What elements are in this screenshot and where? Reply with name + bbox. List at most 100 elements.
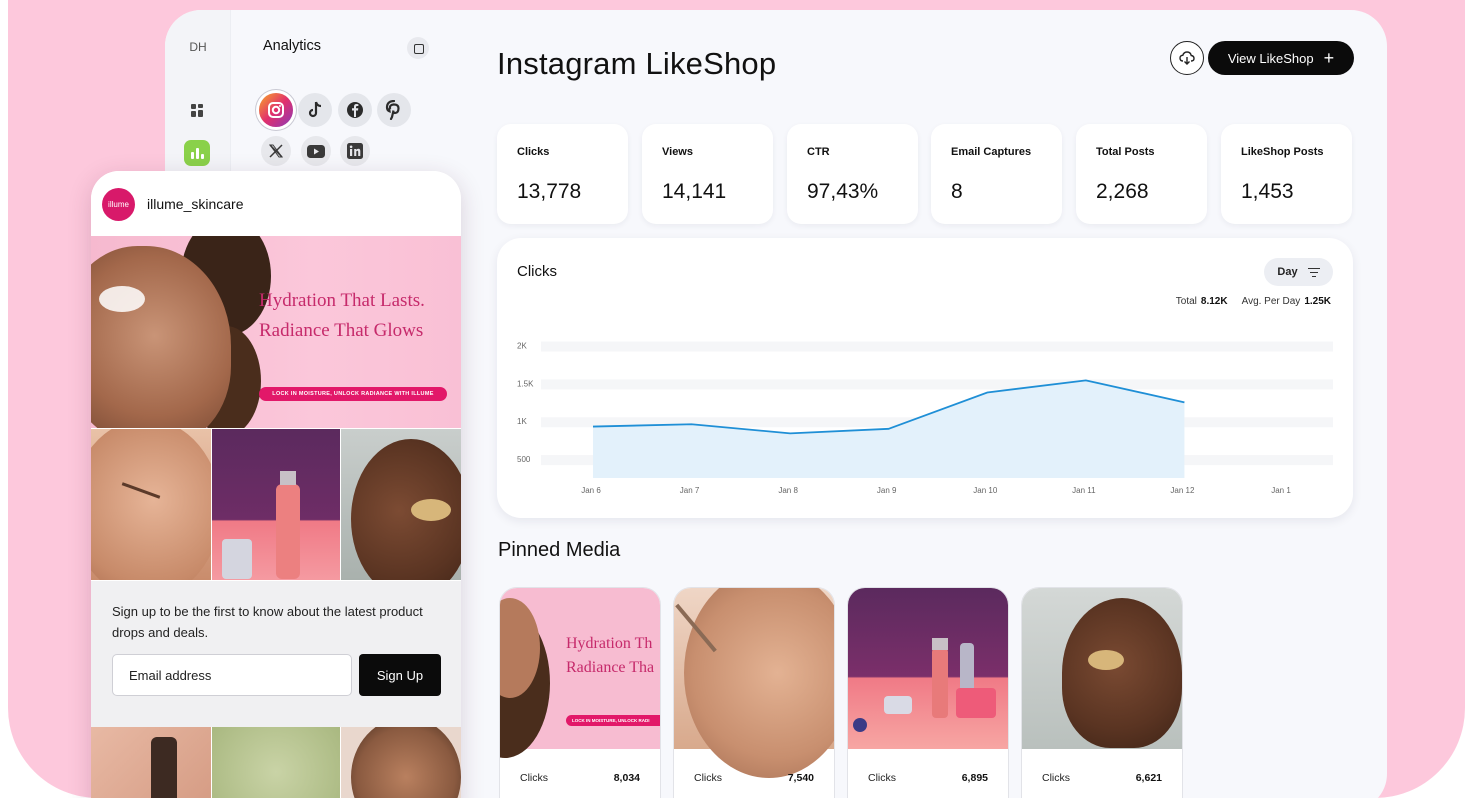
linkedin-icon[interactable] — [340, 136, 370, 166]
y-tick-label: 1.5K — [517, 379, 534, 388]
pinned-label: Clicks — [868, 772, 896, 784]
hero-line-1: Hydration That Lasts. — [259, 290, 425, 311]
email-input[interactable]: Email address — [112, 654, 352, 696]
feed-tile[interactable] — [341, 429, 461, 580]
pinned-hero-line: Hydration Th — [566, 635, 653, 652]
feed-tile[interactable] — [212, 429, 340, 580]
sidebar-title: Analytics — [263, 38, 322, 54]
hero-line-2: Radiance That Glows — [259, 320, 424, 341]
feed-tile[interactable] — [91, 727, 211, 798]
feed-tile[interactable] — [341, 727, 461, 798]
stat-card-likeshop-posts[interactable]: LikeShop Posts 1,453 — [1221, 124, 1352, 224]
clicks-area-chart: 2K 1.5K 1K 500 Jan 6 Jan 7 Jan 8 Jan 9 Jan 10 Jan… — [517, 341, 1333, 495]
hero-headline: Hydration That Lasts. Radiance That Glow… — [259, 286, 459, 346]
stat-value: 8 — [951, 180, 963, 203]
view-likeshop-button[interactable]: View LikeShop + — [1208, 41, 1354, 75]
stat-label: Email Captures — [951, 146, 1032, 158]
stat-value: 2,268 — [1096, 180, 1149, 203]
download-button[interactable] — [1170, 41, 1204, 75]
chart-title: Clicks — [517, 263, 557, 280]
signup-message: Sign up to be the first to know about th… — [112, 604, 423, 640]
pinned-media-title: Pinned Media — [498, 539, 621, 561]
avg-value: 1.25K — [1304, 296, 1331, 307]
total-label: Total — [1175, 296, 1197, 307]
data-point[interactable] — [1083, 378, 1088, 383]
pinned-media-card[interactable]: Clicks 6,621 — [1021, 587, 1183, 798]
pinned-label: Clicks — [1042, 772, 1070, 784]
avatar[interactable]: illume — [102, 188, 135, 221]
y-tick-label: 1K — [517, 417, 527, 426]
x-tick-label: Jan 11 — [1072, 486, 1096, 495]
stat-label: Total Posts — [1096, 146, 1155, 158]
pinned-media-image — [674, 588, 834, 778]
stat-label: Views — [662, 146, 693, 158]
data-point[interactable] — [788, 431, 793, 436]
pinned-media-image: Hydration Th Radiance Tha LOCK IN MOISTU… — [500, 588, 660, 758]
grid-band — [541, 341, 1333, 352]
pinned-hero-line: Radiance Tha — [566, 659, 655, 676]
pinned-value: 6,621 — [1135, 772, 1162, 784]
sign-up-button[interactable]: Sign Up — [359, 654, 441, 696]
stat-card-email-captures[interactable]: Email Captures 8 — [931, 124, 1062, 224]
pinned-value: 6,895 — [961, 772, 988, 784]
youtube-icon[interactable] — [301, 136, 331, 166]
data-point[interactable] — [886, 426, 891, 431]
data-point[interactable] — [985, 390, 990, 395]
pinned-media-card[interactable]: Clicks 7,540 — [673, 587, 835, 798]
pinned-value: 8,034 — [613, 772, 640, 784]
pinned-value: 7,540 — [787, 772, 814, 784]
stat-label: Clicks — [517, 146, 550, 158]
x-tick-label: Jan 12 — [1170, 486, 1195, 495]
pinned-media-image — [848, 588, 1008, 749]
chart-totals: Total 8.12K Avg. Per Day 1.25K — [1176, 296, 1331, 307]
stat-label: LikeShop Posts — [1241, 146, 1324, 158]
pinned-hero-pill: LOCK IN MOISTURE, UNLOCK RADI — [566, 715, 660, 726]
hero-banner[interactable]: Hydration That Lasts. Radiance That Glow… — [91, 236, 461, 428]
x-icon[interactable] — [261, 136, 291, 166]
pinned-media-card[interactable]: Clicks 6,895 — [847, 587, 1009, 798]
feed-tile[interactable] — [91, 429, 211, 580]
facebook-icon[interactable] — [338, 93, 372, 127]
pinned-label: Clicks — [694, 772, 722, 784]
y-tick-label: 2K — [517, 342, 527, 351]
cloud-download-icon — [1179, 51, 1195, 65]
stats-row: Clicks 13,778 Views 14,141 CTR 97,43% Em… — [497, 124, 1353, 224]
likeshop-phone-preview: illume illume_skincare Hydration That La… — [91, 171, 461, 798]
x-tick-label: Jan 7 — [680, 486, 700, 495]
data-point[interactable] — [1182, 400, 1187, 405]
data-point[interactable] — [689, 422, 694, 427]
feed-tile[interactable] — [212, 727, 340, 798]
profile-header: illume illume_skincare — [91, 171, 461, 236]
stat-value: 1,453 — [1241, 180, 1294, 203]
stat-value: 13,778 — [517, 180, 582, 203]
hero-pill: LOCK IN MOISTURE, UNLOCK RADIANCE WITH I… — [259, 387, 447, 401]
stat-value: 97,43% — [807, 180, 879, 203]
stat-card-ctr[interactable]: CTR 97,43% — [787, 124, 918, 224]
x-tick-label: Jan 10 — [973, 486, 998, 495]
plus-icon: + — [1323, 48, 1335, 68]
profile-username[interactable]: illume_skincare — [147, 196, 243, 212]
stat-label: CTR — [807, 146, 830, 158]
pinned-media-image — [1022, 588, 1182, 749]
dashboard-icon[interactable] — [191, 104, 204, 117]
x-tick-label: Jan 8 — [778, 486, 798, 495]
stat-card-clicks[interactable]: Clicks 13,778 — [497, 124, 628, 224]
instagram-icon[interactable] — [259, 93, 293, 127]
data-point[interactable] — [591, 424, 596, 429]
x-tick-label: Jan 6 — [581, 486, 601, 495]
view-likeshop-label: View LikeShop — [1227, 50, 1314, 66]
stat-card-total-posts[interactable]: Total Posts 2,268 — [1076, 124, 1207, 224]
tiktok-icon[interactable] — [298, 93, 332, 127]
collapse-sidebar-icon[interactable] — [407, 37, 429, 59]
y-tick-label: 500 — [517, 455, 531, 464]
pinterest-icon[interactable] — [377, 93, 411, 127]
signup-section: Sign up to be the first to know about th… — [91, 581, 461, 727]
avg-label: Avg. Per Day — [1241, 296, 1301, 307]
stat-card-views[interactable]: Views 14,141 — [642, 124, 773, 224]
day-filter-label: Day — [1277, 266, 1298, 278]
day-filter-button[interactable]: Day — [1264, 258, 1333, 286]
user-initials[interactable]: DH — [165, 40, 231, 54]
analytics-icon[interactable] — [184, 140, 210, 166]
pinned-media-card[interactable]: Hydration Th Radiance Tha LOCK IN MOISTU… — [499, 587, 661, 798]
x-tick-label: Jan 1 — [1271, 486, 1291, 495]
